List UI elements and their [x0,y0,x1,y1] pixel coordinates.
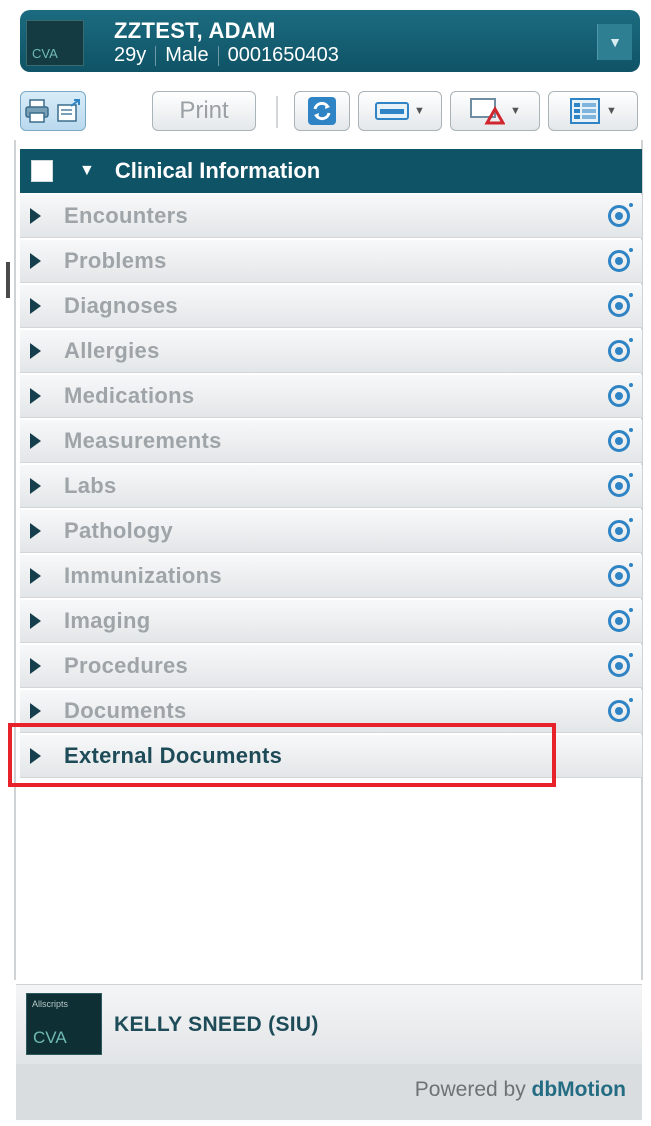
category-label: Medications [64,383,195,408]
chevron-down-icon: ▼ [606,105,617,117]
patient-menu-dropdown[interactable]: ▼ [597,24,632,60]
user-name: KELLY SNEED (SIU) [114,1013,319,1036]
patient-name: ZZTEST, ADAM [114,18,276,43]
category-procedures[interactable]: Procedures [20,645,642,688]
patient-sex: Male [165,44,209,66]
collapse-icon [375,102,410,120]
category-encounters[interactable]: Encounters [20,195,642,238]
chevron-down-icon: ▼ [608,34,622,50]
category-labs[interactable]: Labs [20,465,642,508]
expand-arrow-icon [30,298,41,314]
toolbar-divider [276,96,278,128]
category-label: Problems [64,248,167,273]
refresh-button[interactable] [294,91,350,131]
panel-left-border [14,140,16,980]
view-eye-icon[interactable] [608,293,633,317]
category-label: Encounters [64,203,189,228]
view-eye-icon[interactable] [608,383,633,407]
view-eye-icon[interactable] [608,563,633,587]
category-label: Diagnoses [64,293,178,318]
dbmotion-brand: dbMotion [531,1078,626,1101]
powered-by-text: Powered by dbMotion [415,1078,626,1102]
view-eye-icon[interactable] [608,338,633,362]
divider [217,45,219,66]
patient-header: CVA ZZTEST, ADAM 29y Male 0001650403 ▼ [20,10,640,72]
columns-dropdown[interactable]: ▼ [548,91,638,131]
cva-logo-text: CVA [33,1028,67,1047]
chevron-down-icon: ▼ [414,105,425,117]
patient-id: 0001650403 [227,44,339,66]
filter-dropdown[interactable]: ▼ [450,91,540,131]
expand-caret-icon: ▼ [79,162,95,179]
section-title: Clinical Information [114,158,321,183]
view-eye-icon[interactable] [608,428,633,452]
category-allergies[interactable]: Allergies [20,330,642,373]
patient-age: 29y [114,44,147,66]
chevron-down-icon: ▼ [510,105,521,117]
category-label: Imaging [64,608,151,633]
powered-by-prefix: Powered by [414,1078,532,1101]
refresh-icon [308,97,336,125]
category-diagnoses[interactable]: Diagnoses [20,285,642,328]
expand-arrow-icon [30,523,41,539]
category-label: Pathology [64,518,174,543]
category-immunizations[interactable]: Immunizations [20,555,642,598]
brand-small-text: Allscripts [32,999,69,1009]
powered-by-bar: Powered by dbMotion [16,1064,642,1120]
print-button[interactable]: Print [152,91,256,131]
view-eye-icon[interactable] [608,473,633,497]
highlight-annotation [8,723,556,787]
alert-filter-icon [470,98,506,125]
cva-logo-text: CVA [32,46,58,61]
list-view-icon [570,98,601,124]
view-eye-icon[interactable] [608,203,633,227]
category-label: Procedures [64,653,189,678]
expand-arrow-icon [30,613,41,629]
layout-dropdown[interactable]: ▼ [358,91,442,131]
window-edge-mark [6,262,10,298]
expand-arrow-icon [30,703,41,719]
divider [155,45,157,66]
category-label: Labs [64,473,117,498]
expand-arrow-icon [30,253,41,269]
export-icon [57,99,80,122]
category-label: Immunizations [64,563,222,588]
category-label: Allergies [64,338,160,363]
expand-arrow-icon [30,433,41,449]
expand-arrow-icon [30,658,41,674]
view-eye-icon[interactable] [608,608,633,632]
expand-arrow-icon [30,478,41,494]
clinical-information-header[interactable]: ▼ Clinical Information [20,149,642,193]
category-measurements[interactable]: Measurements [20,420,642,463]
view-eye-icon[interactable] [608,698,633,722]
expand-arrow-icon [30,568,41,584]
cva-logo: CVA [26,20,84,66]
expand-arrow-icon [30,343,41,359]
category-label: Documents [64,698,187,723]
category-problems[interactable]: Problems [20,240,642,283]
category-pathology[interactable]: Pathology [20,510,642,553]
expand-arrow-icon [30,208,41,224]
printer-view-icon [25,99,49,123]
user-bar: Allscripts CVA KELLY SNEED (SIU) [16,984,642,1065]
view-eye-icon[interactable] [608,248,633,272]
view-eye-icon[interactable] [608,653,633,677]
view-eye-icon[interactable] [608,518,633,542]
category-list: Encounters Problems Diagnoses Allergies … [20,195,642,780]
print-button-label: Print [179,97,229,124]
expand-arrow-icon [30,388,41,404]
toolbar: Print ▼ ▼ ▼ [20,88,640,136]
category-medications[interactable]: Medications [20,375,642,418]
category-imaging[interactable]: Imaging [20,600,642,643]
patient-demographics: 29y Male 0001650403 [114,44,339,67]
category-label: Measurements [64,428,222,453]
organization-logo: Allscripts CVA [26,993,102,1055]
select-all-checkbox[interactable] [31,160,53,182]
view-mode-toggle[interactable] [20,91,86,131]
